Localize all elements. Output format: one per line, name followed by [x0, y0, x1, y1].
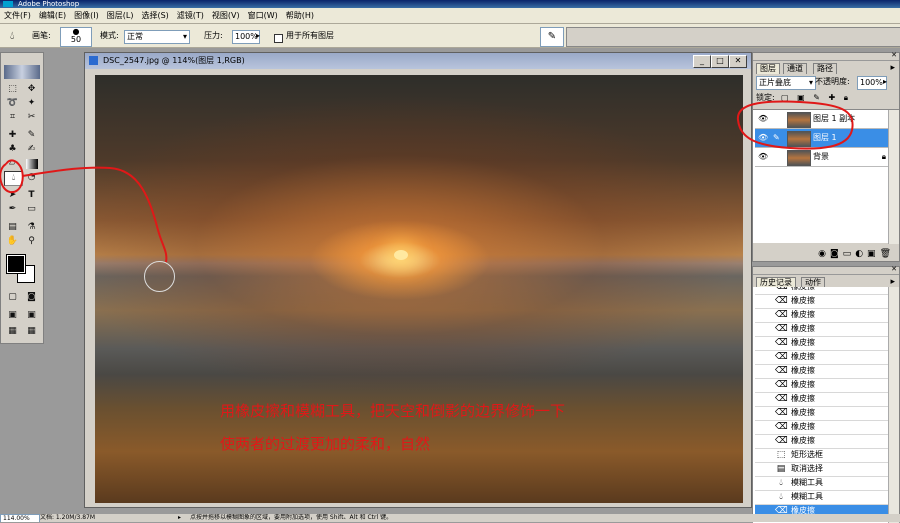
- annotation-overlay: [0, 100, 854, 263]
- annotation-circle-layers: [736, 100, 854, 150]
- annotation-circle-blur-tool: [0, 159, 24, 194]
- annotation-arrow-to-canvas: [21, 166, 168, 263]
